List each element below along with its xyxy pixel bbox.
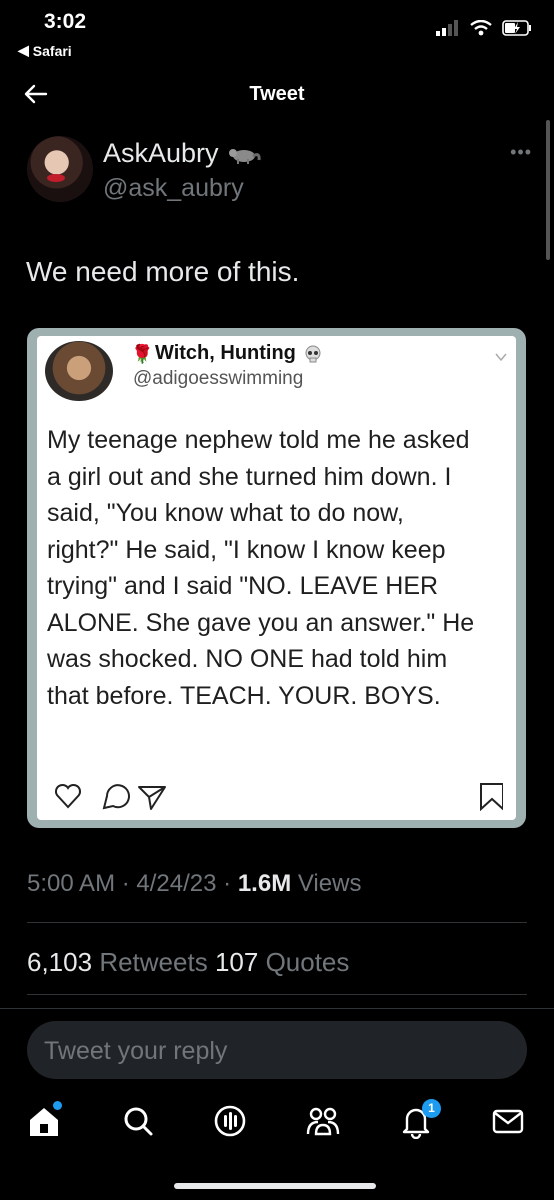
- notifications-badge: 1: [422, 1099, 441, 1118]
- embedded-line: was shocked. NO ONE had told him: [47, 645, 448, 673]
- messages-icon[interactable]: [490, 1103, 526, 1139]
- divider: [0, 1008, 554, 1009]
- page-title: Tweet: [249, 83, 305, 105]
- home-unread-dot: [53, 1101, 62, 1110]
- battery-icon: [502, 20, 531, 36]
- comment-icon: [102, 784, 130, 810]
- views-label: Views: [297, 870, 362, 897]
- embedded-name: Witch, Hunting: [155, 342, 296, 364]
- back-triangle-icon: ◀: [18, 42, 29, 58]
- share-icon: [138, 786, 166, 810]
- raccoon-icon: [228, 148, 261, 164]
- embedded-line: a girl out and she turned him down. I: [47, 462, 452, 491]
- embedded-line: trying" and I said "NO. LEAVE HER: [47, 572, 439, 600]
- heart-icon: [54, 783, 82, 809]
- embedded-post: 🌹 Witch, Hunting @adigoesswimming My tee…: [37, 336, 516, 820]
- signal-icon: [436, 20, 458, 36]
- author-name: AskAubry: [103, 138, 219, 168]
- meta-separator: ·: [121, 870, 130, 897]
- retweets-stat[interactable]: 6,103 Retweets: [27, 947, 215, 977]
- avatar-lips: [47, 174, 65, 182]
- more-options-icon[interactable]: •••: [510, 142, 532, 163]
- tweet-image[interactable]: 🌹 Witch, Hunting @adigoesswimming My tee…: [27, 328, 526, 828]
- tweet-time: 5:00 AM: [27, 870, 116, 897]
- embedded-name-row: Witch, Hunting: [155, 342, 322, 365]
- reply-placeholder: Tweet your reply: [44, 1037, 228, 1065]
- meta-separator: ·: [223, 870, 232, 897]
- views-count: 1.6M: [237, 870, 292, 897]
- tweet-text: We need more of this.: [26, 256, 300, 287]
- bookmark-icon: [480, 783, 503, 811]
- divider: [27, 994, 527, 995]
- skull-icon: [305, 345, 321, 362]
- retweets-label: Retweets: [99, 947, 208, 977]
- rose-icon: 🌹: [131, 344, 154, 364]
- embedded-line: that before. TEACH. YOUR. BOYS.: [47, 681, 441, 710]
- embedded-line: ALONE. She gave you an answer." He: [47, 608, 475, 637]
- embedded-actions: [54, 783, 503, 811]
- status-icons: [436, 20, 532, 36]
- status-time: 3:02: [44, 10, 87, 33]
- quotes-stat[interactable]: 107 Quotes: [215, 947, 349, 977]
- tweet-date: 4/24/23: [136, 870, 217, 897]
- embedded-avatar: [45, 341, 113, 401]
- search-icon[interactable]: [120, 1103, 156, 1139]
- back-app-label: Safari: [32, 42, 72, 59]
- home-indicator: [174, 1183, 376, 1189]
- chevron-down-icon: [495, 353, 507, 362]
- spaces-icon[interactable]: [212, 1103, 248, 1139]
- author-name-row[interactable]: AskAubry: [103, 138, 261, 169]
- communities-icon[interactable]: [305, 1103, 341, 1139]
- quotes-label: Quotes: [265, 947, 350, 977]
- tweet-stats: 6,103 Retweets 107 Quotes: [27, 947, 349, 978]
- author-handle[interactable]: @ask_aubry: [103, 174, 244, 203]
- embedded-text: My teenage nephew told me he asked a gir…: [47, 422, 513, 714]
- divider: [27, 922, 527, 923]
- retweets-count: 6,103: [27, 947, 93, 977]
- embedded-line: right?" He said, "I know I know keep: [47, 535, 446, 564]
- embedded-line: said, "You know what to do now,: [47, 499, 404, 527]
- tweet-meta: 5:00 AM · 4/24/23 · 1.6M Views: [27, 870, 361, 898]
- wifi-icon: [470, 20, 492, 36]
- embedded-line: My teenage nephew told me he asked: [47, 426, 470, 454]
- author-avatar[interactable]: [27, 136, 93, 202]
- back-to-safari[interactable]: ◀ Safari: [18, 42, 72, 59]
- quotes-count: 107: [214, 947, 259, 977]
- embedded-handle: @adigoesswimming: [133, 368, 304, 389]
- scrollbar-thumb[interactable]: [546, 120, 550, 260]
